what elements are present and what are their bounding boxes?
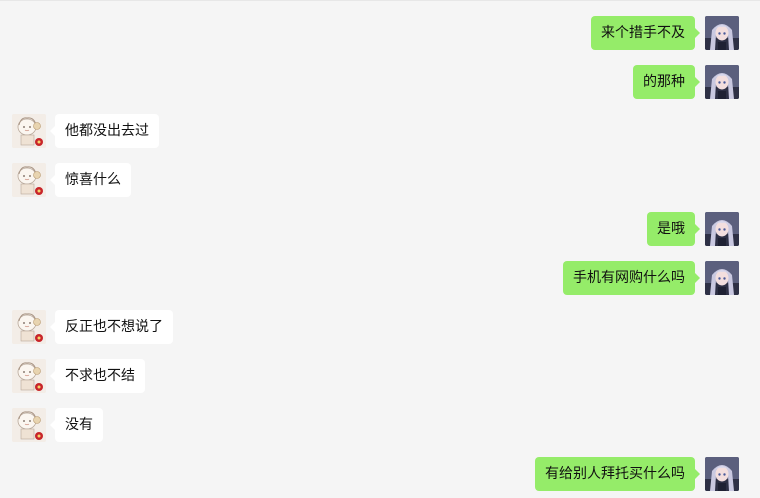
outgoing-message-bubble[interactable]: 手机有网购什么吗 (563, 261, 700, 295)
self-avatar-icon[interactable] (705, 16, 739, 50)
message-row: 的那种 (0, 65, 760, 99)
self-avatar-icon[interactable] (705, 212, 739, 246)
message-row: 来个措手不及 (0, 16, 760, 50)
message-row: 有给别人拜托买什么吗 (0, 457, 760, 491)
outgoing-message-bubble[interactable]: 有给别人拜托买什么吗 (535, 457, 700, 491)
contact-avatar-icon[interactable] (12, 114, 46, 148)
contact-avatar-icon[interactable] (12, 310, 46, 344)
contact-avatar-icon[interactable] (12, 359, 46, 393)
incoming-message-bubble[interactable]: 没有 (50, 408, 103, 442)
message-row: 惊喜什么 (0, 163, 760, 197)
message-row: 他都没出去过 (0, 114, 760, 148)
incoming-message-bubble[interactable]: 不求也不结 (50, 359, 145, 393)
incoming-message-bubble[interactable]: 惊喜什么 (50, 163, 131, 197)
message-row: 手机有网购什么吗 (0, 261, 760, 295)
self-avatar-icon[interactable] (705, 261, 739, 295)
outgoing-message-bubble[interactable]: 是哦 (647, 212, 700, 246)
message-row: 没有 (0, 408, 760, 442)
message-row: 不求也不结 (0, 359, 760, 393)
incoming-message-bubble[interactable]: 反正也不想说了 (50, 310, 173, 344)
outgoing-message-bubble[interactable]: 的那种 (633, 65, 700, 99)
chat-message-list[interactable]: 来个措手不及 的那种 他都没出去过 惊喜什么 是哦 手机有网购什么吗 反正也不想… (0, 0, 760, 498)
contact-avatar-icon[interactable] (12, 408, 46, 442)
self-avatar-icon[interactable] (705, 457, 739, 491)
message-row: 是哦 (0, 212, 760, 246)
self-avatar-icon[interactable] (705, 65, 739, 99)
message-row: 反正也不想说了 (0, 310, 760, 344)
contact-avatar-icon[interactable] (12, 163, 46, 197)
incoming-message-bubble[interactable]: 他都没出去过 (50, 114, 159, 148)
outgoing-message-bubble[interactable]: 来个措手不及 (591, 16, 700, 50)
